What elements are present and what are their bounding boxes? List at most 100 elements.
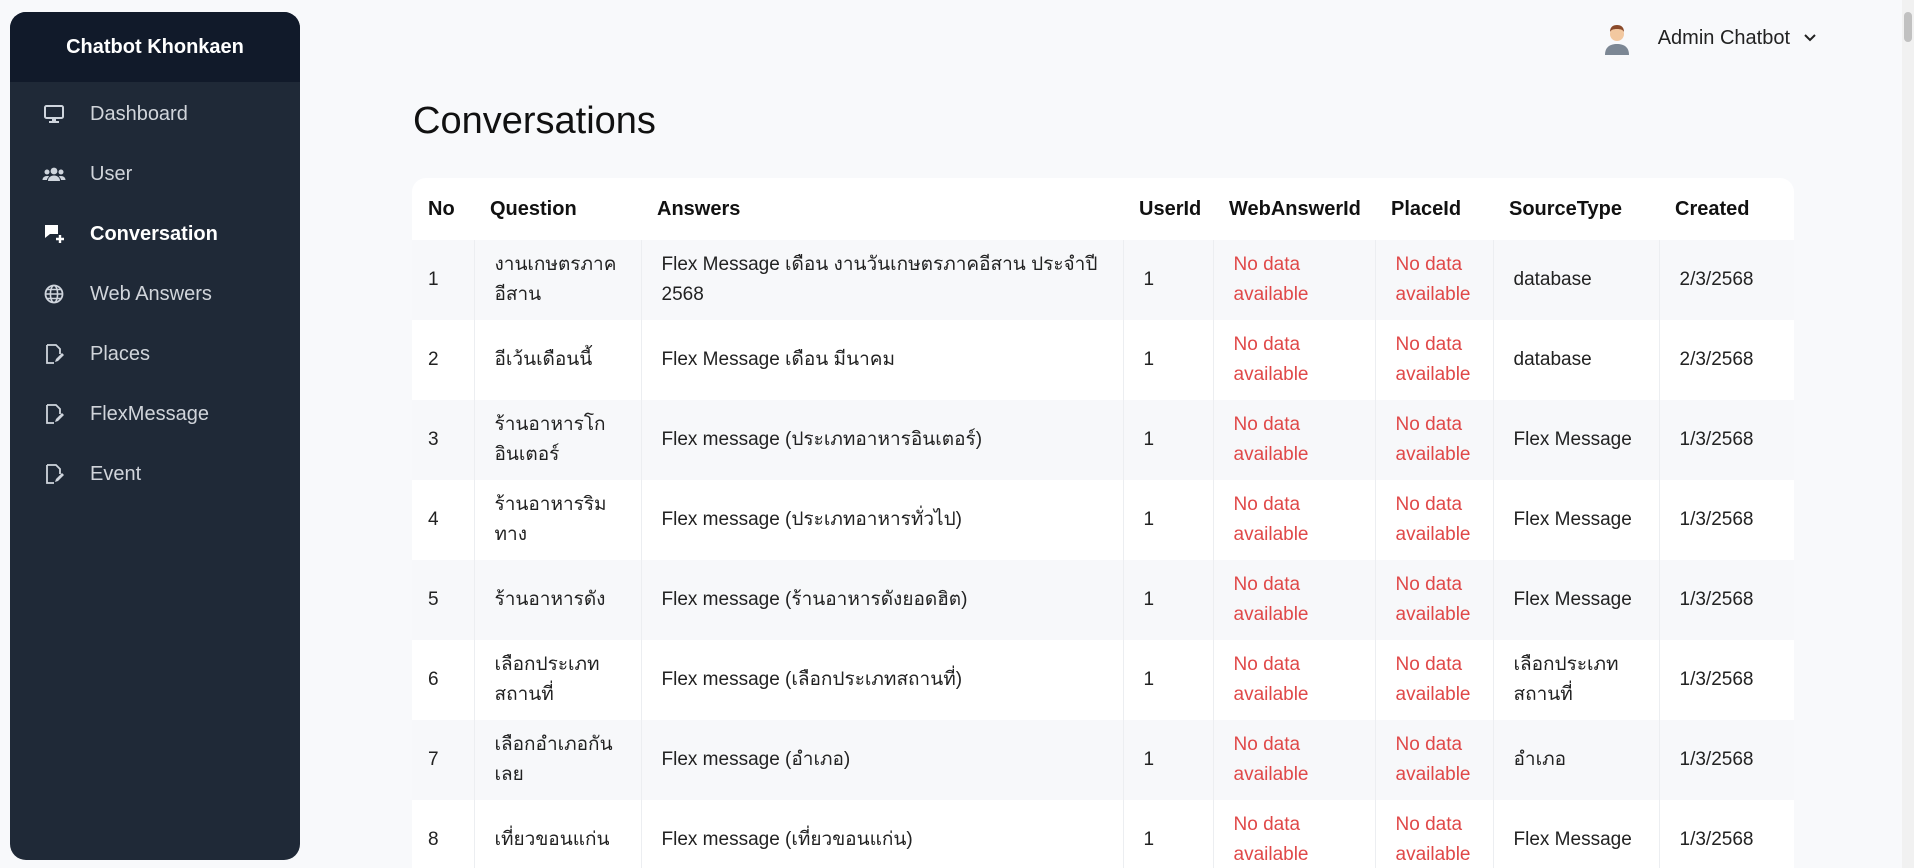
column-header-question[interactable]: Question <box>474 178 641 240</box>
sidebar-item-places[interactable]: Places <box>10 324 300 384</box>
cell-question: อีเว้นเดือนนี้ <box>474 320 642 400</box>
cell-created: 1/3/2568 <box>1659 400 1794 480</box>
column-header-no[interactable]: No <box>412 178 474 240</box>
cell-webanswerid: No data available <box>1213 720 1376 800</box>
cell-userid: 1 <box>1123 400 1214 480</box>
cell-webanswerid: No data available <box>1213 800 1376 868</box>
sidebar-nav: Dashboard User Conversation Web Answers <box>10 82 300 504</box>
sidebar-item-label: Web Answers <box>90 282 212 305</box>
table-header: No Question Answers UserId WebAnswerId P… <box>412 178 1794 240</box>
cell-created: 1/3/2568 <box>1659 560 1794 640</box>
cell-placeid: No data available <box>1375 560 1494 640</box>
column-header-userid[interactable]: UserId <box>1123 178 1213 240</box>
cell-answer: Flex message (ประเภทอาหารอินเตอร์) <box>641 400 1124 480</box>
sidebar: Chatbot Khonkaen Dashboard User Conversa… <box>10 12 300 860</box>
cell-userid: 1 <box>1123 480 1214 560</box>
scrollbar-thumb[interactable] <box>1904 12 1912 42</box>
cell-no: 3 <box>412 400 475 480</box>
cell-no: 1 <box>412 240 475 320</box>
column-header-webanswerid[interactable]: WebAnswerId <box>1213 178 1375 240</box>
cell-created: 1/3/2568 <box>1659 800 1794 868</box>
chevron-down-icon[interactable] <box>1804 34 1816 42</box>
cell-sourcetype: Flex Message <box>1493 560 1660 640</box>
cell-no: 6 <box>412 640 475 720</box>
cell-no: 4 <box>412 480 475 560</box>
sidebar-item-web-answers[interactable]: Web Answers <box>10 264 300 324</box>
cell-userid: 1 <box>1123 800 1214 868</box>
sidebar-item-label: Places <box>90 342 151 365</box>
cell-question: ร้านอาหารโก อินเตอร์ <box>474 400 642 480</box>
cell-answer: Flex Message เดือน มีนาคม <box>641 320 1124 400</box>
page-title: Conversations <box>413 100 656 142</box>
file-edit-icon <box>40 400 68 428</box>
avatar <box>1600 21 1634 55</box>
cell-question: เลือกประเภท สถานที่ <box>474 640 642 720</box>
app-root: Chatbot Khonkaen Dashboard User Conversa… <box>0 0 1914 868</box>
cell-question: ร้านอาหารดัง <box>474 560 642 640</box>
table-row[interactable]: 4 ร้านอาหารริม ทาง Flex message (ประเภทอาห… <box>412 480 1794 560</box>
cell-created: 2/3/2568 <box>1659 240 1794 320</box>
table-row[interactable]: 3 ร้านอาหารโก อินเตอร์ Flex message (ประเภ… <box>412 400 1794 480</box>
table-row[interactable]: 5 ร้านอาหารดัง Flex message (ร้านอาหารดังย… <box>412 560 1794 640</box>
cell-userid: 1 <box>1123 320 1214 400</box>
scrollbar[interactable] <box>1902 0 1914 868</box>
file-edit-icon <box>40 460 68 488</box>
cell-answer: Flex message (อำเภอ) <box>641 720 1124 800</box>
cell-sourcetype: database <box>1493 320 1660 400</box>
cell-placeid: No data available <box>1375 240 1494 320</box>
cell-placeid: No data available <box>1375 320 1494 400</box>
cell-no: 5 <box>412 560 475 640</box>
cell-answer: Flex message (เลือกประเภทสถานที่) <box>641 640 1124 720</box>
cell-userid: 1 <box>1123 720 1214 800</box>
cell-no: 2 <box>412 320 475 400</box>
table-row[interactable]: 6 เลือกประเภท สถานที่ Flex message (เลือกป… <box>412 640 1794 720</box>
sidebar-item-event[interactable]: Event <box>10 444 300 504</box>
cell-sourcetype: Flex Message <box>1493 480 1660 560</box>
cell-userid: 1 <box>1123 240 1214 320</box>
cell-placeid: No data available <box>1375 640 1494 720</box>
cell-placeid: No data available <box>1375 400 1494 480</box>
cell-answer: Flex Message เดือน งานวันเกษตรภาคอีสาน ป… <box>641 240 1124 320</box>
user-name: Admin Chatbot <box>1657 26 1790 49</box>
cell-created: 2/3/2568 <box>1659 320 1794 400</box>
cell-created: 1/3/2568 <box>1659 640 1794 720</box>
table-row[interactable]: 2 อีเว้นเดือนนี้ Flex Message เดือน มีนาคม… <box>412 320 1794 400</box>
cell-sourcetype: database <box>1493 240 1660 320</box>
column-header-created[interactable]: Created <box>1659 178 1794 240</box>
sidebar-item-flexmessage[interactable]: FlexMessage <box>10 384 300 444</box>
sidebar-item-label: Event <box>90 462 142 485</box>
cell-userid: 1 <box>1123 560 1214 640</box>
cell-created: 1/3/2568 <box>1659 720 1794 800</box>
sidebar-item-label: Dashboard <box>90 102 188 125</box>
column-header-sourcetype[interactable]: SourceType <box>1493 178 1659 240</box>
sidebar-item-label: Conversation <box>90 222 218 245</box>
table-row[interactable]: 7 เลือกอำเภอกัน เลย Flex message (อำเภอ) 1 N… <box>412 720 1794 800</box>
sidebar-item-conversation[interactable]: Conversation <box>10 204 300 264</box>
cell-no: 8 <box>412 800 475 868</box>
cell-webanswerid: No data available <box>1213 400 1376 480</box>
cell-webanswerid: No data available <box>1213 640 1376 720</box>
cell-sourcetype: เลือกประเภท สถานที่ <box>1493 640 1660 720</box>
cell-question: ร้านอาหารริม ทาง <box>474 480 642 560</box>
cell-webanswerid: No data available <box>1213 480 1376 560</box>
sidebar-item-dashboard[interactable]: Dashboard <box>10 84 300 144</box>
column-header-answers[interactable]: Answers <box>641 178 1123 240</box>
cell-placeid: No data available <box>1375 720 1494 800</box>
table-row[interactable]: 8 เที่ยวขอนแก่น Flex message (เที่ยวขอนแก่… <box>412 800 1794 868</box>
sidebar-item-user[interactable]: User <box>10 144 300 204</box>
sidebar-item-label: FlexMessage <box>90 402 209 425</box>
brand-title: Chatbot Khonkaen <box>10 12 300 82</box>
cell-webanswerid: No data available <box>1213 560 1376 640</box>
cell-placeid: No data available <box>1375 800 1494 868</box>
cell-created: 1/3/2568 <box>1659 480 1794 560</box>
cell-sourcetype: Flex Message <box>1493 800 1660 868</box>
table-row[interactable]: 1 งานเกษตรภาค อีสาน Flex Message เดือน งาน… <box>412 240 1794 320</box>
file-edit-icon <box>40 340 68 368</box>
cell-answer: Flex message (ร้านอาหารดังยอดฮิต) <box>641 560 1124 640</box>
user-menu[interactable]: Admin Chatbot <box>1600 16 1816 60</box>
sidebar-item-label: User <box>90 162 133 185</box>
chat-plus-icon <box>40 220 68 248</box>
cell-question: เลือกอำเภอกัน เลย <box>474 720 642 800</box>
monitor-icon <box>40 100 68 128</box>
column-header-placeid[interactable]: PlaceId <box>1375 178 1493 240</box>
